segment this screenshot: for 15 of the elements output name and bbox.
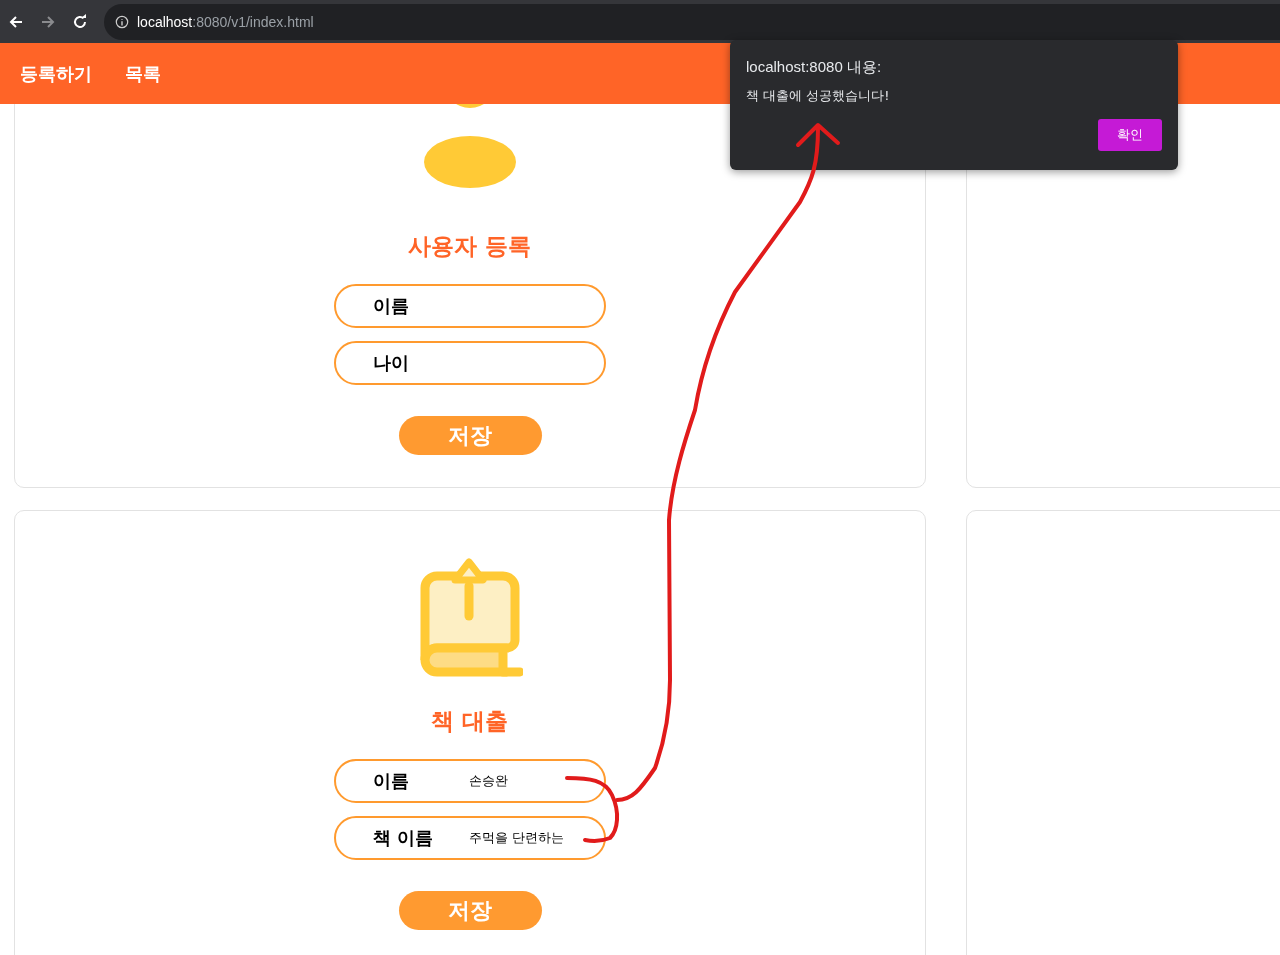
reload-icon[interactable] [72,13,88,30]
back-icon[interactable] [8,13,24,30]
address-bar[interactable]: localhost:8080/v1/index.html [104,3,1280,40]
forward-icon[interactable] [40,13,56,30]
input-field[interactable]: 이름 손승완 [334,759,606,803]
card-title: 사용자 등록 [408,232,532,261]
ok-button[interactable]: 확인 [1098,119,1162,151]
dialog-title: localhost:8080 내용: [746,58,883,77]
url-text: localhost:8080/v1/index.html [137,13,314,30]
input-field[interactable]: 나이 [334,341,606,385]
dialog-message: 책 대출에 성공했습니다! [746,87,891,105]
input-field[interactable]: 책 이름 주먹을 단련하는 [334,816,606,860]
input-field[interactable]: 이름 [334,284,606,328]
card-title: 책 대출 [431,707,509,736]
info-icon[interactable] [115,14,129,29]
